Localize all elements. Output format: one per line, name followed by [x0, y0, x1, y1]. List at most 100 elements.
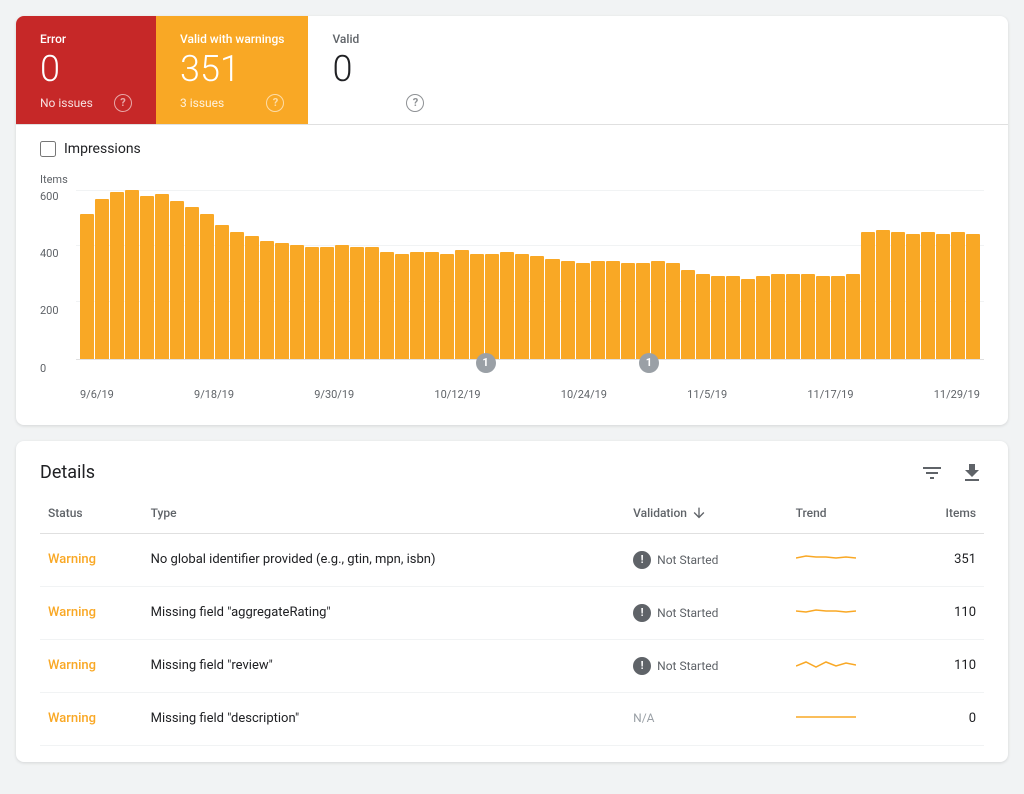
warning-label: Valid with warnings: [180, 32, 284, 46]
chart-bar: [876, 230, 890, 359]
row-items: 110: [909, 586, 984, 639]
chart-y-label: Items: [40, 173, 984, 186]
warning-link[interactable]: Warning: [48, 711, 96, 726]
error-help-icon[interactable]: ?: [114, 94, 132, 112]
row-trend: [788, 639, 910, 692]
impressions-label[interactable]: Impressions: [64, 141, 141, 157]
trend-line-chart: [796, 548, 856, 568]
col-type: Type: [143, 493, 626, 534]
exclamation-icon: !: [633, 604, 651, 622]
valid-card[interactable]: Valid 0 ?: [308, 16, 448, 124]
chart-bar: [771, 274, 785, 359]
row-validation: !Not Started: [625, 533, 787, 586]
table-row[interactable]: Warning No global identifier provided (e.…: [40, 533, 984, 586]
row-trend: [788, 533, 910, 586]
not-started-badge: !Not Started: [633, 657, 718, 675]
sort-icon: [691, 505, 707, 521]
warning-sub: 3 issues ?: [180, 94, 284, 112]
chart-bar: [741, 279, 755, 359]
table-row[interactable]: WarningMissing field "aggregateRating"!N…: [40, 586, 984, 639]
table-row[interactable]: WarningMissing field "description"N/A 0: [40, 692, 984, 745]
chart-bar: [80, 214, 94, 359]
chart-bar: [335, 245, 349, 358]
chart-bar: [966, 234, 980, 359]
details-table: Status Type Validation Trend Items Warni…: [40, 493, 984, 746]
chart-bar: [801, 274, 815, 359]
warning-help-icon[interactable]: ?: [266, 94, 284, 112]
details-actions: [920, 461, 984, 485]
annotation-circle-2: 1: [639, 353, 659, 373]
chart-bar: [891, 232, 905, 359]
row-items: 110: [909, 639, 984, 692]
row-type: Missing field "description": [143, 692, 626, 745]
row-trend: [788, 692, 910, 745]
x-label-2: 9/30/19: [314, 388, 354, 401]
chart-bar: [140, 196, 154, 358]
chart-bar: [200, 214, 214, 359]
trend-line-chart: [796, 654, 856, 674]
chart-bar: [365, 247, 379, 358]
chart-bar: [861, 232, 875, 359]
chart-bar: [561, 261, 575, 359]
chart-bar: [530, 256, 544, 358]
valid-sub: ?: [332, 94, 424, 112]
chart-bar: [440, 254, 454, 359]
chart-bar: [606, 261, 620, 359]
row-status[interactable]: Warning: [40, 639, 143, 692]
y-axis-200: 200: [40, 304, 59, 317]
chart-bar: [485, 254, 499, 359]
x-label-7: 11/29/19: [934, 388, 980, 401]
table-row[interactable]: Warning Missing field "review" !Not Starte…: [40, 639, 984, 692]
chart-bar: [591, 261, 605, 359]
chart-bar: [395, 254, 409, 359]
annotation-2: 1: [639, 353, 659, 373]
details-header: Details: [16, 441, 1008, 493]
chart-bar: [230, 232, 244, 359]
warning-link[interactable]: Warning: [48, 658, 96, 673]
y-axis-600: 600: [40, 190, 59, 203]
valid-help-icon[interactable]: ?: [406, 94, 424, 112]
row-status[interactable]: Warning: [40, 692, 143, 745]
row-validation: !Not Started: [625, 639, 787, 692]
chart-bar: [320, 247, 334, 358]
chart-bar: [215, 225, 229, 358]
warning-count: 351: [180, 50, 284, 90]
col-validation[interactable]: Validation: [625, 493, 787, 534]
x-label-4: 10/24/19: [561, 388, 607, 401]
error-card[interactable]: Error 0 No issues ?: [16, 16, 156, 124]
chart-bar: [576, 263, 590, 359]
chart-bar: [350, 247, 364, 358]
row-type: No global identifier provided (e.g., gti…: [143, 533, 626, 586]
chart-bar: [711, 276, 725, 358]
chart-bar: [500, 252, 514, 359]
filter-button[interactable]: [920, 461, 944, 485]
chart-bar: [936, 234, 950, 359]
chart-bar: [786, 274, 800, 359]
not-started-badge: ! Not Started: [633, 604, 718, 622]
status-cards-row: Error 0 No issues ? Valid with warnings …: [16, 16, 1008, 125]
validation-text: Not Started: [657, 606, 718, 620]
chart-bar: [185, 207, 199, 358]
chart-bar: [125, 190, 139, 359]
row-status[interactable]: Warning: [40, 533, 143, 586]
row-items: 0: [909, 692, 984, 745]
warning-link[interactable]: Warning: [48, 605, 96, 620]
warning-link[interactable]: Warning: [48, 552, 96, 567]
annotation-1: 1: [476, 353, 496, 373]
exclamation-icon: !: [633, 657, 651, 675]
chart-bar: [545, 259, 559, 359]
row-status[interactable]: Warning: [40, 586, 143, 639]
chart-bar: [666, 263, 680, 359]
row-type: Missing field "review": [143, 639, 626, 692]
chart-bar: [260, 241, 274, 359]
chart-bar: [515, 254, 529, 359]
annotation-circle-1: 1: [476, 353, 496, 373]
warning-card[interactable]: Valid with warnings 351 3 issues ?: [156, 16, 308, 124]
download-button[interactable]: [960, 461, 984, 485]
chart-bar: [726, 276, 740, 358]
impressions-checkbox[interactable]: [40, 141, 56, 157]
trend-line-chart: [796, 601, 856, 621]
x-label-1: 9/18/19: [194, 388, 234, 401]
table-container: Status Type Validation Trend Items Warni…: [16, 493, 1008, 762]
x-label-0: 9/6/19: [80, 388, 114, 401]
